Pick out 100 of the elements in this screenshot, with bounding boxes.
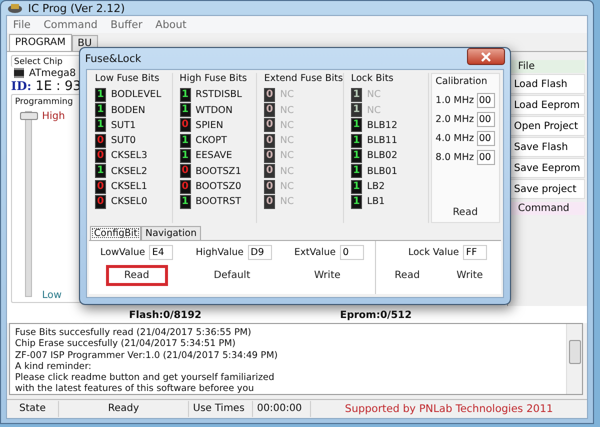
menu-item[interactable]: About bbox=[155, 18, 186, 30]
dialog-title: Fuse&Lock bbox=[85, 52, 142, 64]
bit-name: NC bbox=[280, 135, 294, 146]
bit-name: CKSEL1 bbox=[111, 181, 148, 192]
tab[interactable]: ConfigBit bbox=[90, 226, 142, 240]
bit-toggle[interactable]: 1 bbox=[180, 88, 191, 102]
bit-toggle[interactable]: 1 bbox=[180, 103, 191, 118]
bit-name: NC bbox=[280, 89, 294, 100]
bit-toggle[interactable]: 1 bbox=[350, 164, 362, 178]
group-title: Lock Bits bbox=[350, 73, 394, 84]
action-button[interactable]: Write bbox=[438, 265, 501, 286]
bit-name: LB1 bbox=[366, 196, 385, 208]
group-title: Extend Fuse Bits bbox=[264, 73, 343, 84]
bit-toggle[interactable]: 0 bbox=[95, 148, 106, 163]
calibration-field[interactable]: 00 bbox=[477, 93, 495, 108]
log-line: ZF-007 ISP Programmer Ver:1.0 (21/04/2017 5:34:49 PM) bbox=[15, 350, 279, 361]
calibration-field[interactable]: 00 bbox=[477, 150, 495, 165]
bit-toggle[interactable]: 0 bbox=[95, 180, 106, 194]
flash-usage: Flash:0/8192 bbox=[129, 310, 202, 321]
bit-name: BLB12 bbox=[366, 120, 398, 131]
bit-name: SUT0 bbox=[111, 135, 136, 146]
bit-name: CKSEL0 bbox=[111, 196, 148, 208]
bit-toggle[interactable]: 1 bbox=[350, 180, 362, 194]
low-label: Low bbox=[42, 290, 63, 301]
side-button[interactable]: Load Eeprom bbox=[510, 95, 585, 115]
bit-name: RSTDISBL bbox=[196, 89, 242, 100]
close-button[interactable] bbox=[467, 48, 505, 65]
bit-toggle[interactable]: 0 bbox=[180, 164, 191, 178]
log-line: Please click readme button and get yourself familiarized bbox=[15, 372, 276, 384]
id-label: ID: bbox=[11, 79, 32, 93]
bit-toggle[interactable]: 0 bbox=[95, 134, 106, 148]
file-section-header[interactable]: File bbox=[510, 60, 585, 73]
field-label: HighValue bbox=[196, 247, 244, 258]
bit-name: WTDON bbox=[196, 104, 233, 116]
command-section-header[interactable]: Command bbox=[510, 202, 585, 215]
bit-toggle[interactable]: 1 bbox=[180, 194, 191, 209]
log-line: A kind reminder: bbox=[15, 360, 92, 372]
status-label: Use Times bbox=[189, 401, 253, 417]
frequency-label: 2.0 MHz bbox=[436, 114, 474, 125]
frequency-label: 4.0 MHz bbox=[436, 133, 474, 144]
slider-thumb[interactable] bbox=[20, 112, 38, 120]
bit-toggle[interactable]: 1 bbox=[95, 88, 106, 102]
side-button[interactable]: Save project bbox=[510, 179, 585, 199]
field-label: ExtValue bbox=[294, 247, 336, 258]
read-button[interactable]: Read bbox=[448, 205, 482, 220]
side-button[interactable]: Save Flash bbox=[510, 137, 585, 157]
side-button[interactable]: Open Project bbox=[510, 116, 585, 136]
bit-toggle[interactable]: 1 bbox=[350, 148, 362, 163]
bit-toggle[interactable]: 0 bbox=[180, 180, 191, 194]
high-label: High bbox=[42, 111, 65, 122]
action-button[interactable]: Read bbox=[106, 265, 168, 286]
bit-toggle[interactable]: 1 bbox=[350, 118, 362, 132]
bit-toggle[interactable]: 1 bbox=[350, 134, 362, 148]
bit-name: SPIEN bbox=[196, 120, 224, 131]
bit-name: NC bbox=[280, 104, 294, 116]
chip-name: ATmega8 bbox=[29, 68, 76, 78]
status-value: 00:00:00 bbox=[253, 401, 311, 417]
tab[interactable]: PROGRAM bbox=[9, 34, 72, 51]
action-button[interactable]: Write bbox=[296, 265, 358, 286]
value-field[interactable]: 0 bbox=[340, 245, 364, 260]
bit-name: BOOTSZ0 bbox=[196, 181, 242, 192]
bit-name: BLB11 bbox=[366, 135, 398, 146]
scrollbar[interactable] bbox=[566, 324, 582, 394]
bit-toggle[interactable]: 0 bbox=[180, 118, 191, 132]
bit-toggle[interactable]: 1 bbox=[180, 148, 191, 163]
bit-toggle[interactable]: 1 bbox=[350, 194, 362, 209]
menu-item[interactable]: Buffer bbox=[110, 18, 142, 30]
bit-toggle[interactable]: 1 bbox=[95, 164, 106, 178]
log-line: with the latest features of this software beforee you bbox=[15, 383, 255, 394]
calibration-field[interactable]: 00 bbox=[477, 112, 495, 127]
status-label: State bbox=[7, 401, 59, 417]
side-button[interactable]: Save Eeprom bbox=[510, 158, 585, 178]
bit-name: NC bbox=[280, 166, 294, 177]
eprom-usage: Eprom:0/512 bbox=[340, 310, 412, 321]
bit-name: BOOTSZ1 bbox=[196, 166, 242, 177]
log-line: Chip Erase succesfully (21/04/2017 5:34:51 PM) bbox=[15, 338, 237, 350]
bit-name: SUT1 bbox=[111, 120, 136, 131]
value-field[interactable]: FF bbox=[463, 245, 487, 260]
chip-icon bbox=[13, 68, 25, 78]
value-field[interactable]: D9 bbox=[248, 245, 272, 260]
bit-toggle[interactable]: 0 bbox=[95, 194, 106, 209]
bit-name: BODLEVEL bbox=[111, 89, 162, 100]
field-label: Lock Value bbox=[408, 247, 459, 258]
bit-toggle[interactable]: 1 bbox=[95, 103, 106, 118]
value-field[interactable]: E4 bbox=[149, 245, 174, 260]
tab[interactable]: Navigation bbox=[141, 226, 201, 240]
action-button[interactable]: Default bbox=[200, 265, 263, 286]
side-button[interactable]: Load Flash bbox=[510, 74, 585, 94]
menu-item[interactable]: File bbox=[13, 18, 31, 30]
calibration-field[interactable]: 00 bbox=[477, 131, 495, 146]
bit-name: NC bbox=[280, 150, 294, 162]
status-value: Ready bbox=[59, 401, 189, 417]
group-title: Calibration bbox=[436, 76, 488, 87]
bit-toggle[interactable]: 1 bbox=[95, 118, 106, 132]
bit-toggle[interactable]: 1 bbox=[180, 134, 191, 148]
bit-name: BODEN bbox=[111, 104, 146, 116]
bit-name: EESAVE bbox=[196, 150, 232, 162]
action-button[interactable]: Read bbox=[376, 265, 438, 286]
log-line: Fuse Bits succesfully read (21/04/2017 5:36:55 PM) bbox=[15, 327, 252, 338]
menu-item[interactable]: Command bbox=[44, 18, 98, 30]
